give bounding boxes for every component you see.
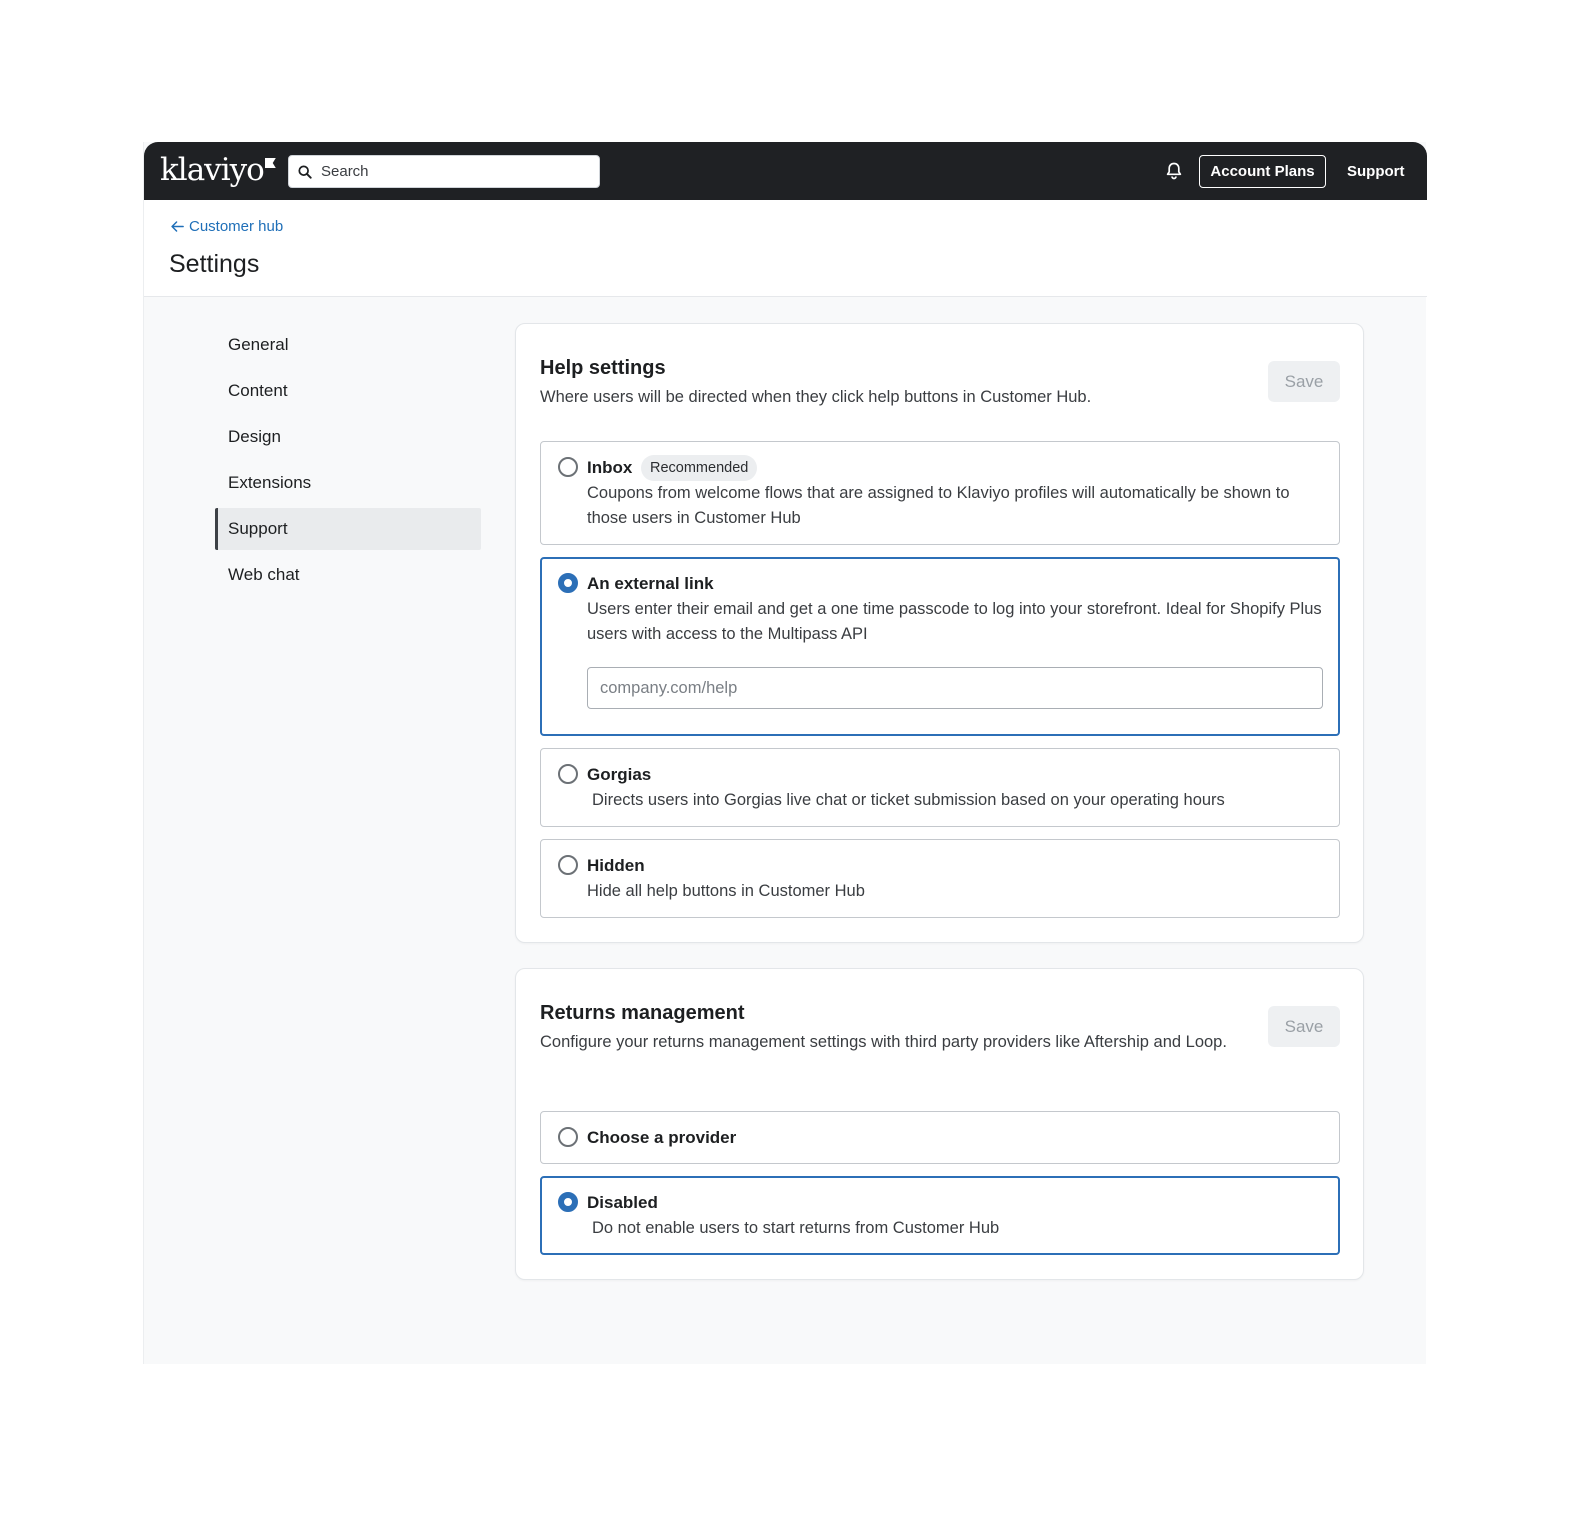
back-link-customer-hub[interactable]: Customer hub	[170, 218, 283, 235]
radio-choose-provider[interactable]	[558, 1127, 578, 1147]
settings-sidebar: General Content Design Extensions Suppor…	[215, 324, 481, 600]
radio-gorgias[interactable]	[558, 764, 578, 784]
sidebar-item-support[interactable]: Support	[215, 508, 481, 550]
help-settings-save-button[interactable]: Save	[1268, 361, 1340, 402]
returns-option-choose-provider[interactable]: Choose a provider	[540, 1111, 1340, 1164]
option-description: Coupons from welcome flows that are assi…	[587, 484, 1290, 527]
radio-hidden[interactable]	[558, 855, 578, 875]
sidebar-item-design[interactable]: Design	[215, 416, 481, 458]
option-label: Gorgias	[587, 765, 652, 784]
help-option-hidden[interactable]: Hidden Hide all help buttons in Customer…	[540, 839, 1340, 918]
arrow-left-icon	[171, 221, 184, 232]
returns-management-save-button[interactable]: Save	[1268, 1006, 1340, 1047]
top-navigation-bar: klaviyo Account Plans Support	[144, 142, 1427, 200]
search-icon	[298, 165, 312, 179]
option-label: Inbox	[587, 458, 633, 477]
returns-management-description: Configure your returns management settin…	[540, 1033, 1227, 1051]
option-description: Hide all help buttons in Customer Hub	[587, 882, 865, 900]
external-link-url-input[interactable]	[587, 667, 1323, 709]
returns-option-disabled[interactable]: Disabled Do not enable users to start re…	[540, 1176, 1340, 1255]
help-option-gorgias[interactable]: Gorgias Directs users into Gorgias live …	[540, 748, 1340, 827]
returns-management-card: Returns management Configure your return…	[515, 968, 1364, 1280]
account-plans-button[interactable]: Account Plans	[1199, 155, 1326, 188]
recommended-badge: Recommended	[641, 455, 758, 481]
option-description: Directs users into Gorgias live chat or …	[592, 791, 1225, 809]
radio-external-link[interactable]	[558, 573, 578, 593]
back-link-label: Customer hub	[189, 218, 284, 235]
help-option-external-link[interactable]: An external link Users enter their email…	[540, 557, 1340, 736]
option-label: An external link	[587, 574, 714, 593]
bell-icon[interactable]	[1164, 161, 1184, 181]
option-label: Choose a provider	[587, 1128, 737, 1147]
page-title: Settings	[169, 250, 260, 278]
option-label: Disabled	[587, 1193, 658, 1212]
page-header: Customer hub Settings	[144, 200, 1427, 297]
sidebar-item-extensions[interactable]: Extensions	[215, 462, 481, 504]
help-settings-description: Where users will be directed when they c…	[540, 388, 1092, 406]
search-input[interactable]	[321, 156, 591, 187]
option-label: Hidden	[587, 856, 645, 875]
option-description: Users enter their email and get a one ti…	[587, 600, 1322, 643]
help-settings-title: Help settings	[540, 357, 666, 379]
option-description: Do not enable users to start returns fro…	[592, 1219, 1000, 1237]
klaviyo-logo[interactable]: klaviyo	[160, 150, 276, 190]
radio-disabled[interactable]	[558, 1192, 578, 1212]
radio-inbox[interactable]	[558, 457, 578, 477]
sidebar-item-content[interactable]: Content	[215, 370, 481, 412]
sidebar-item-web-chat[interactable]: Web chat	[215, 554, 481, 596]
help-settings-card: Help settings Where users will be direct…	[515, 323, 1364, 943]
search-box[interactable]	[288, 155, 600, 188]
support-link[interactable]: Support	[1347, 155, 1405, 188]
logo-text: klaviyo	[160, 152, 265, 188]
logo-flag-icon	[264, 158, 276, 168]
returns-management-title: Returns management	[540, 1002, 745, 1024]
app-window: klaviyo Account Plans Support Customer h…	[143, 142, 1427, 1364]
sidebar-item-general[interactable]: General	[215, 324, 481, 366]
help-option-inbox[interactable]: Inbox Recommended Coupons from welcome f…	[540, 441, 1340, 545]
